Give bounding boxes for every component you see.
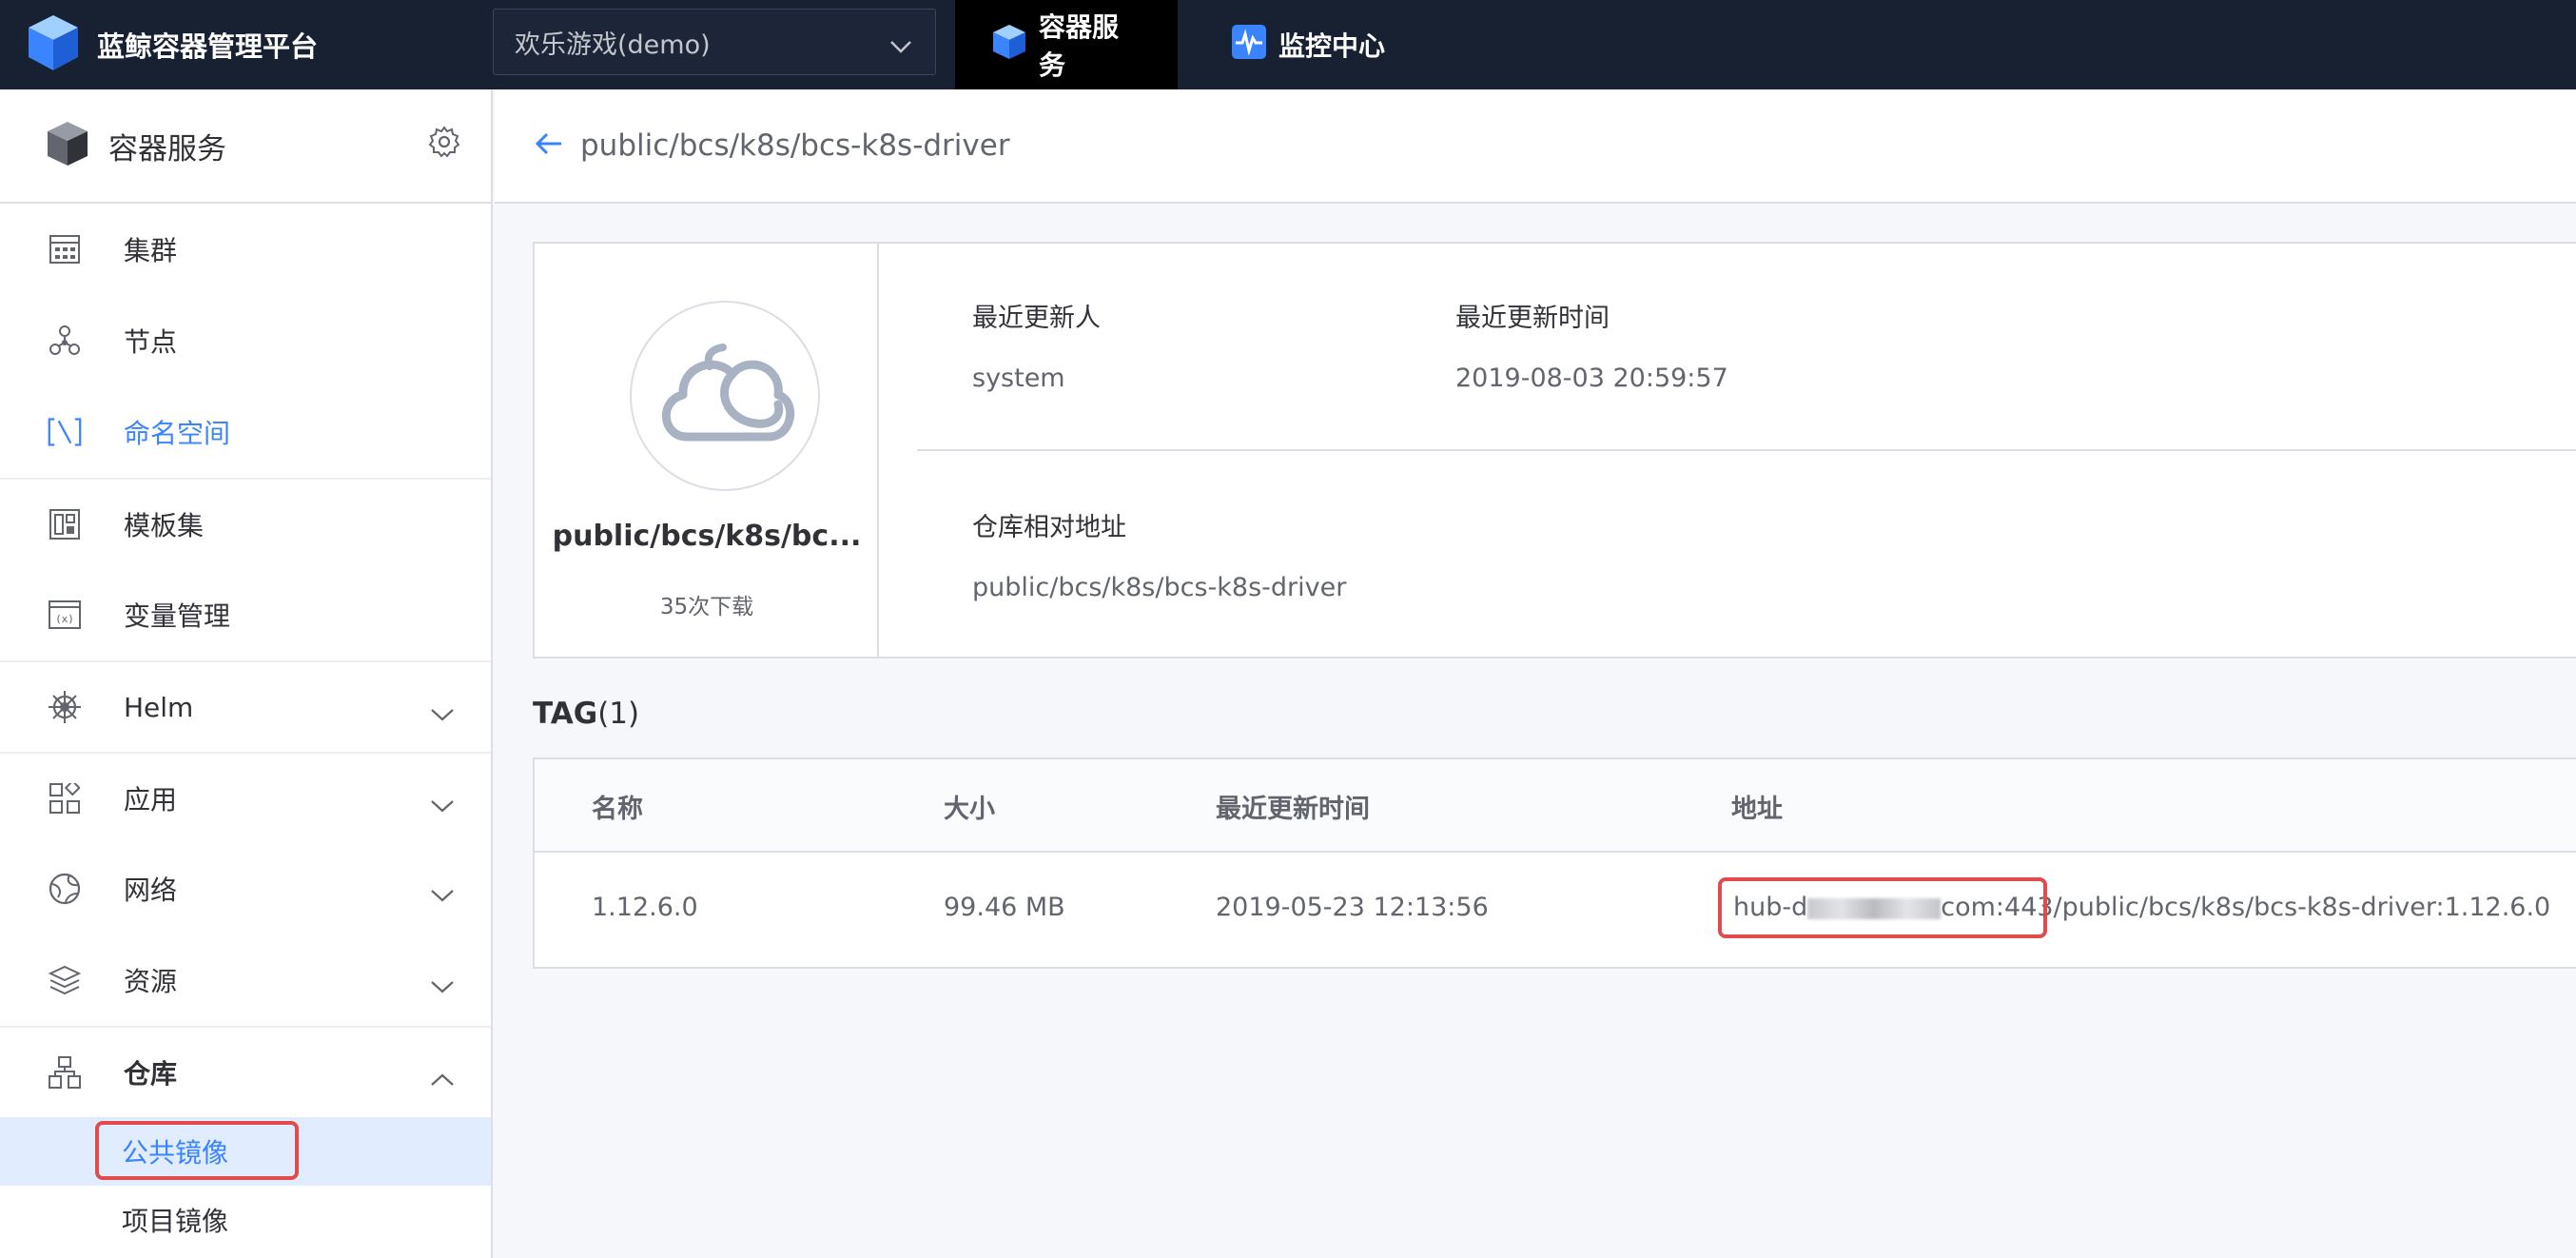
image-avatar [630, 301, 820, 491]
table-header: 名称 大小 最近更新时间 地址 [535, 759, 2576, 853]
sidebar-header: 容器服务 [0, 89, 491, 204]
chevron-down-icon [430, 971, 455, 1002]
page-header: public/bcs/k8s/bcs-k8s-driver [495, 89, 2576, 204]
variable-icon: (x) [48, 598, 82, 632]
highlight-box [95, 1121, 299, 1180]
top-navbar: 蓝鲸容器管理平台 欢乐游戏(demo) 容器服务 监控中心 [0, 0, 2576, 89]
layers-icon [48, 963, 82, 997]
updater-label: 最近更新人 [972, 304, 1101, 333]
tab-label: 容器服务 [1039, 11, 1120, 81]
project-select-value: 欢乐游戏(demo) [515, 29, 711, 60]
chevron-down-icon [430, 879, 455, 911]
cloud-icon [649, 332, 801, 460]
column-header-address: 地址 [1731, 795, 1783, 824]
tab-label: 监控中心 [1278, 30, 1386, 62]
sidebar-item-label: Helm [124, 691, 194, 723]
sidebar-item-namespace[interactable]: 命名空间 [0, 386, 491, 478]
highlight-box [1718, 877, 2047, 938]
repo-path-label: 仓库相对地址 [972, 513, 1126, 542]
column-header-size: 大小 [944, 795, 995, 824]
sidebar-item-repository[interactable]: 仓库 [0, 1026, 491, 1117]
tag-table: 名称 大小 最近更新时间 地址 1.12.6.0 99.46 MB 2019-0… [533, 757, 2576, 969]
image-summary: public/bcs/k8s/bc... 35次下载 [535, 244, 879, 657]
sidebar-item-label: 应用 [124, 784, 178, 816]
brand[interactable]: 蓝鲸容器管理平台 [27, 0, 318, 89]
monitor-pulse-icon [1231, 24, 1267, 67]
sidebar-item-label: 资源 [124, 966, 178, 997]
sidebar-item-label: 命名空间 [124, 418, 231, 449]
sidebar-item-label: 集群 [124, 235, 178, 266]
divider [917, 449, 2576, 451]
column-header-updated: 最近更新时间 [1216, 795, 1370, 824]
sidebar-item-template-set[interactable]: 模板集 [0, 478, 491, 569]
chevron-down-icon [430, 698, 455, 730]
update-time-value: 2019-08-03 20:59:57 [1455, 364, 1728, 393]
sidebar-item-label: 网络 [124, 875, 178, 906]
template-icon [48, 507, 82, 541]
sidebar-item-label: 模板集 [124, 510, 205, 541]
chevron-down-icon [430, 790, 455, 821]
tab-container-service[interactable]: 容器服务 [955, 0, 1178, 89]
helm-icon [48, 690, 82, 724]
download-count: 35次下载 [659, 595, 754, 619]
network-globe-icon [48, 872, 82, 906]
sidebar: 容器服务 集群 节点 命名空间 模板集 (x) 变量管理 Helm 应用 网络 … [0, 89, 493, 1258]
tag-title-text: TAG [533, 697, 598, 731]
chevron-up-icon [430, 1064, 455, 1095]
sidebar-item-label: 变量管理 [124, 600, 231, 632]
sidebar-item-network[interactable]: 网络 [0, 843, 491, 934]
image-name: public/bcs/k8s/bc... [552, 520, 862, 553]
tag-section-title: TAG(1) [533, 697, 639, 731]
sidebar-item-helm[interactable]: Helm [0, 660, 491, 752]
update-time-label: 最近更新时间 [1455, 304, 1610, 333]
sidebar-title: 容器服务 [108, 131, 226, 167]
tab-monitor-center[interactable]: 监控中心 [1195, 0, 1419, 89]
cube-icon [46, 120, 89, 171]
tag-updated: 2019-05-23 12:13:56 [1216, 893, 1489, 922]
brand-title: 蓝鲸容器管理平台 [97, 30, 319, 63]
repo-path-value: public/bcs/k8s/bcs-k8s-driver [972, 573, 1347, 602]
cube-icon [991, 23, 1027, 68]
gear-icon[interactable] [428, 126, 460, 162]
address-path: /public/bcs/k8s/bcs-k8s-driver:1.12.6.0 [2053, 893, 2551, 922]
sidebar-item-resource[interactable]: 资源 [0, 934, 491, 1026]
tag-size: 99.46 MB [944, 893, 1065, 922]
cube-logo-icon [27, 13, 80, 76]
sidebar-subitem-public-images[interactable]: 公共镜像 [0, 1117, 491, 1186]
namespace-icon [48, 415, 82, 449]
sidebar-item-cluster[interactable]: 集群 [0, 204, 491, 295]
image-info-card: public/bcs/k8s/bc... 35次下载 最近更新人 system … [533, 242, 2576, 658]
cluster-icon [48, 232, 82, 266]
repo-icon [48, 1055, 82, 1090]
tag-name: 1.12.6.0 [592, 893, 698, 922]
project-select[interactable]: 欢乐游戏(demo) [493, 9, 936, 75]
sidebar-subitem-project-images[interactable]: 项目镜像 [0, 1186, 491, 1254]
tag-count: (1) [597, 697, 640, 731]
sidebar-item-label: 仓库 [124, 1058, 178, 1090]
sidebar-item-label: 节点 [124, 326, 178, 358]
column-header-name: 名称 [592, 795, 643, 824]
node-icon [48, 324, 82, 358]
sidebar-item-application[interactable]: 应用 [0, 752, 491, 843]
updater-value: system [972, 364, 1065, 393]
page-title: public/bcs/k8s/bcs-k8s-driver [580, 128, 1010, 163]
sidebar-item-variable[interactable]: (x) 变量管理 [0, 569, 491, 660]
chevron-down-icon [888, 32, 914, 66]
back-arrow-icon[interactable] [535, 131, 563, 160]
svg-text:(x): (x) [55, 613, 74, 625]
sidebar-subitem-label: 项目镜像 [122, 1206, 229, 1237]
sidebar-item-node[interactable]: 节点 [0, 295, 491, 386]
app-icon [48, 781, 82, 816]
